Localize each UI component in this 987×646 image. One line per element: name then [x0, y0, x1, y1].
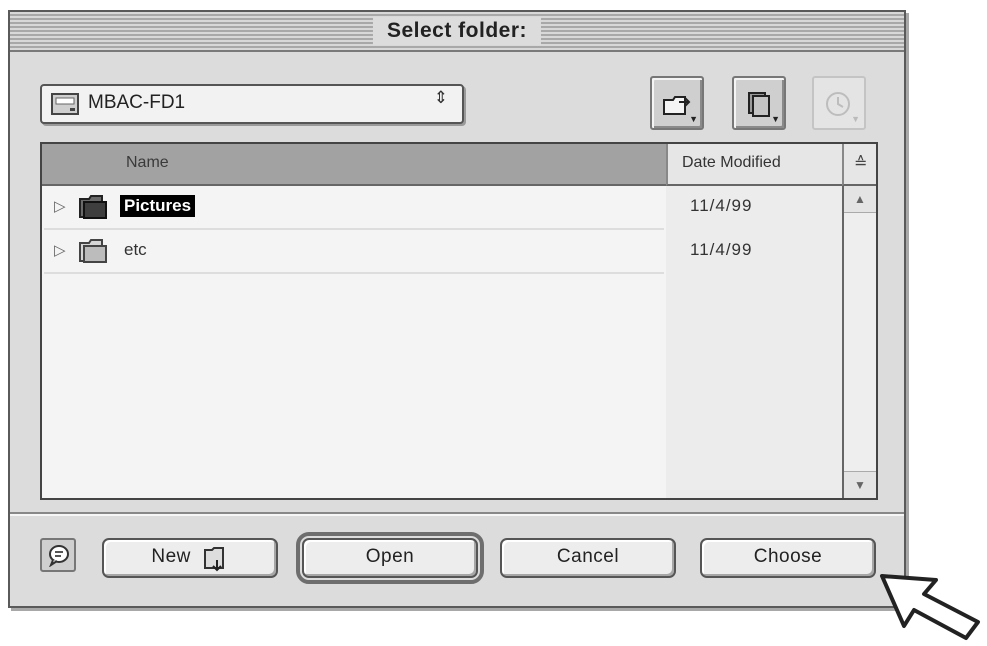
vertical-scrollbar[interactable]: ▲ ▼	[842, 186, 876, 498]
file-list[interactable]: Name Date Modified ≙ ▷ Pictures 11/4/99 …	[40, 142, 878, 500]
cancel-button-label: Cancel	[556, 546, 620, 567]
recent-button[interactable]: ▼	[812, 76, 866, 130]
scroll-up-arrow-icon[interactable]: ▲	[844, 186, 876, 213]
folder-icon	[79, 195, 107, 219]
row-name: Pictures	[120, 195, 196, 217]
dropdown-triangle-icon: ▼	[771, 114, 780, 124]
open-button-label: Open	[365, 546, 415, 567]
dropdown-triangle-icon: ▼	[851, 114, 860, 124]
row-name: etc	[124, 240, 147, 259]
scroll-down-arrow-icon[interactable]: ▼	[844, 471, 876, 498]
title-bar[interactable]: Select folder:	[10, 12, 904, 52]
sort-order-button[interactable]: ≙	[842, 144, 876, 186]
location-popup-menu[interactable]: MBAC-FD1 ⇕	[40, 84, 464, 124]
choose-button[interactable]: Choose	[700, 538, 876, 578]
mouse-pointer-icon	[880, 574, 980, 640]
list-item[interactable]: ▷ etc 11/4/99	[44, 232, 840, 270]
popup-arrows-icon: ⇕	[433, 88, 448, 107]
column-header-name[interactable]: Name	[42, 144, 666, 186]
row-date: 11/4/99	[690, 196, 753, 215]
row-separator	[44, 272, 664, 274]
divider-highlight	[10, 514, 904, 516]
location-label: MBAC-FD1	[88, 92, 186, 113]
row-date: 11/4/99	[690, 240, 753, 259]
choose-button-label: Choose	[753, 546, 823, 567]
select-folder-dialog: Select folder: MBAC-FD1 ⇕ ▼ ▼ ▼ Name Dat…	[8, 10, 906, 608]
new-folder-button[interactable]: New	[102, 538, 278, 578]
row-separator	[44, 228, 664, 230]
open-button[interactable]: Open	[296, 532, 484, 584]
sort-order-icon: ≙	[854, 155, 868, 172]
hard-disk-icon	[51, 93, 79, 115]
column-header-date-label: Date Modified	[682, 154, 781, 171]
column-header-date[interactable]: Date Modified	[666, 144, 842, 186]
column-header-name-label: Name	[126, 154, 169, 171]
new-folder-icon	[203, 547, 224, 572]
disclosure-triangle-icon[interactable]: ▷	[54, 241, 66, 259]
help-balloon-icon	[49, 545, 69, 567]
dialog-title: Select folder:	[372, 17, 542, 45]
cancel-button[interactable]: Cancel	[500, 538, 676, 578]
shortcuts-button[interactable]: ▼	[650, 76, 704, 130]
help-button[interactable]	[40, 538, 76, 572]
new-folder-button-label: New	[151, 546, 191, 567]
disclosure-triangle-icon[interactable]: ▷	[54, 197, 66, 215]
dropdown-triangle-icon: ▼	[689, 114, 698, 124]
folder-icon	[79, 239, 107, 263]
favorites-button[interactable]: ▼	[732, 76, 786, 130]
list-item[interactable]: ▷ Pictures 11/4/99	[44, 188, 840, 226]
